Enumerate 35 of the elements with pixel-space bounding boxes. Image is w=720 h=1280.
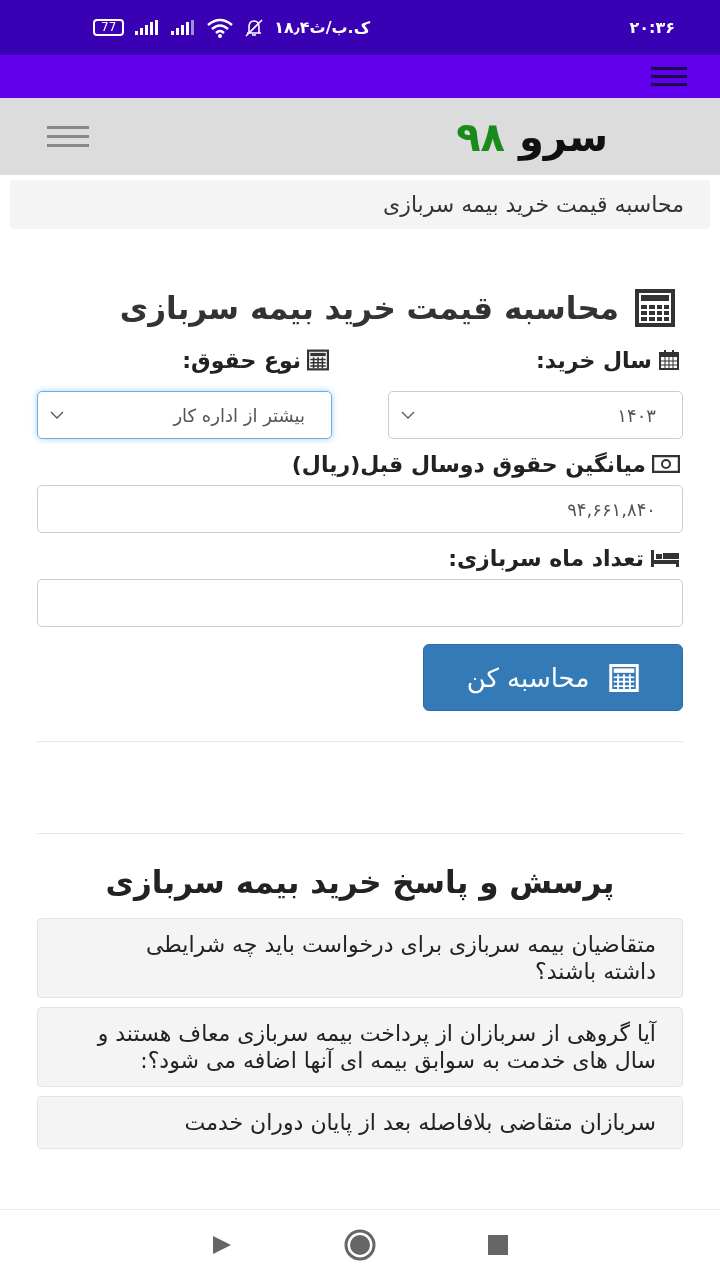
signal-icon bbox=[134, 19, 161, 36]
banknote-icon bbox=[652, 455, 680, 473]
dropdown[interactable]: بیشتر از اداره کار bbox=[37, 391, 332, 439]
page-heading: محاسبه قیمت خرید بیمه سربازی bbox=[119, 290, 619, 326]
muted-bell-icon bbox=[244, 17, 265, 38]
clock: ۲۰:۳۶ bbox=[629, 18, 675, 37]
faq-question[interactable]: متقاضیان بیمه سربازی برای درخواست باید چه شرایطی داشته باشند؟ bbox=[37, 918, 683, 998]
faq-question[interactable]: سربازان متقاضی بلافاصله بعد از پایان دوران خدمت bbox=[37, 1096, 683, 1149]
input-field[interactable]: ۹۴,۶۶۱,۸۴۰ bbox=[37, 485, 683, 533]
home-icon[interactable] bbox=[343, 1228, 377, 1262]
calculator-icon bbox=[609, 663, 640, 692]
field-label: تعداد ماه سربازی: bbox=[448, 545, 644, 571]
dropdown[interactable]: ۱۴۰۳ bbox=[388, 391, 683, 439]
calculate-button[interactable]: محاسبه کن bbox=[423, 644, 683, 711]
signal-icon bbox=[170, 19, 197, 36]
site-logo[interactable]: سرو ۹۸ bbox=[456, 113, 608, 160]
section-heading: پرسش و پاسخ خرید بیمه سربازی bbox=[104, 864, 616, 900]
wifi-icon bbox=[206, 17, 235, 38]
calendar-icon bbox=[658, 349, 680, 371]
field-label: سال خرید: bbox=[536, 347, 652, 373]
bed-icon bbox=[650, 548, 680, 568]
back-icon[interactable] bbox=[211, 1234, 233, 1256]
chevron-icon bbox=[50, 411, 64, 419]
recents-icon[interactable] bbox=[487, 1234, 509, 1256]
calculator-icon bbox=[307, 349, 329, 371]
field-label: میانگین حقوق دوسال قبل(ریال) bbox=[291, 451, 646, 477]
battery-icon: 77 bbox=[93, 19, 125, 36]
field-label: نوع حقوق: bbox=[182, 347, 301, 373]
faq-question[interactable]: آیا گروهی از سربازان از پرداخت بیمه سربازی معاف هستند و سال های خدمت به سوابق بیمه ای آنها اضافه می شود؟: bbox=[37, 1007, 683, 1087]
chevron-icon bbox=[401, 411, 415, 419]
calculator-icon bbox=[635, 289, 675, 327]
breadcrumb: محاسبه قیمت خرید بیمه سربازی bbox=[10, 180, 710, 229]
network-speed: ۱۸٫۴ک.ب/ث bbox=[274, 18, 371, 37]
input-field[interactable] bbox=[37, 579, 683, 627]
menu-icon[interactable] bbox=[47, 124, 89, 149]
